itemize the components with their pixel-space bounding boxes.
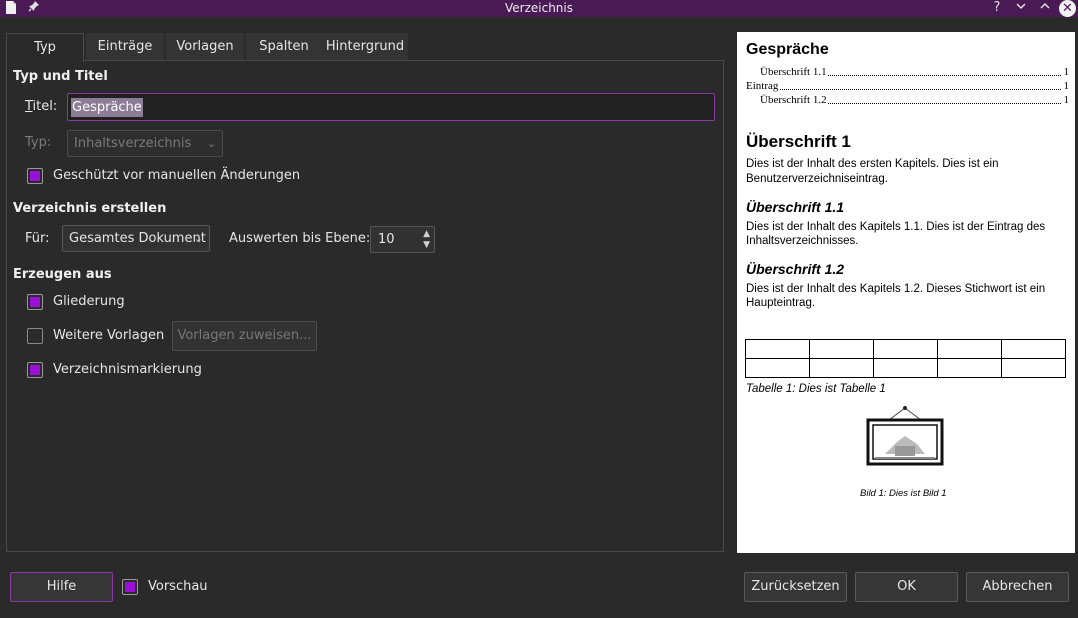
decrement-icon[interactable]: ▼ [423,241,430,250]
ok-button[interactable]: OK [855,572,958,602]
evaluate-level-label: Auswerten bis Ebene: [229,231,370,246]
evaluate-level-value: 10 [378,232,395,247]
preview-toc-entry: Eintrag1 [746,79,1069,93]
outline-label: Gliederung [53,294,125,309]
preview-paragraph: Dies ist der Inhalt des Kapitels 1.2. Di… [746,283,1045,295]
close-icon[interactable]: ✕ [1059,0,1076,17]
evaluate-level-spinner[interactable]: 10 ▲ ▼ [370,226,435,253]
cancel-button[interactable]: Abbrechen [966,572,1069,602]
help-icon[interactable]: ? [989,0,1005,17]
section-create-index: Verzeichnis erstellen [13,201,166,216]
preview-heading-1-2: Überschrift 1.2 [746,261,844,277]
preview-pane: Gespräche Überschrift 1.11 Eintrag1 Über… [737,32,1075,553]
preview-paragraph: Benutzerverzeichniseintrag. [746,173,888,185]
preview-title: Gespräche [746,41,829,59]
preview-paragraph: Dies ist der Inhalt des ersten Kapitels.… [746,158,998,170]
type-select-value: Inhaltsverzeichnis [74,136,191,151]
assign-styles-button[interactable]: Vorlagen zuweisen... [172,321,317,351]
preview-paragraph: Dies ist der Inhalt des Kapitels 1.1. Di… [746,221,1045,233]
preview-table-caption: Tabelle 1: Dies ist Tabelle 1 [746,383,886,395]
help-button[interactable]: Hilfe [10,572,113,602]
tab-typ[interactable]: Typ [6,33,84,62]
preview-image-caption: Bild 1: Dies ist Bild 1 [860,488,947,499]
outline-checkbox[interactable] [27,294,43,310]
more-styles-checkbox[interactable] [27,328,43,344]
tab-hintergrund[interactable]: Hintergrund [322,33,408,61]
preview-paragraph: Inhaltsverzeichnisses. [746,235,859,247]
minimize-icon[interactable] [1013,0,1029,17]
more-styles-label: Weitere Vorlagen [53,328,164,343]
reset-button[interactable]: Zurücksetzen [744,572,847,602]
type-select[interactable]: Inhaltsverzeichnis ⌄ [67,130,223,157]
window-title: Verzeichnis [0,0,1078,16]
picture-frame-icon [865,404,945,470]
chevron-down-icon: ⌄ [207,131,216,156]
scope-select-value: Gesamtes Dokument [69,231,206,246]
preview-label: Vorschau [148,579,208,594]
preview-toc-entry: Überschrift 1.11 [760,65,1069,79]
chevron-down-icon: ⌄ [194,226,203,251]
section-type-and-title: Typ und Titel [13,69,108,84]
preview-heading-1: Überschrift 1 [746,132,851,152]
title-bar: Verzeichnis ? ✕ [0,0,1078,17]
type-label: Typ: [25,135,51,150]
maximize-icon[interactable] [1037,0,1053,17]
index-marks-checkbox[interactable] [27,362,43,378]
preview-heading-1-1: Überschrift 1.1 [746,199,844,215]
increment-icon[interactable]: ▲ [423,230,430,239]
protected-checkbox[interactable] [27,168,43,184]
preview-table [745,339,1066,378]
title-label: Titel: [25,99,57,114]
index-marks-label: Verzeichnismarkierung [53,362,202,377]
tab-spalten[interactable]: Spalten [246,33,322,61]
scope-select[interactable]: Gesamtes Dokument ⌄ [62,225,210,252]
tab-eintraege[interactable]: Einträge [86,33,164,61]
for-label: Für: [25,231,50,246]
protected-label: Geschützt vor manuellen Änderungen [53,168,300,183]
title-input[interactable]: Gespräche [67,93,715,121]
preview-toc-entry: Überschrift 1.21 [760,93,1069,107]
tab-vorlagen[interactable]: Vorlagen [166,33,244,61]
title-input-value: Gespräche [71,98,143,117]
section-create-from: Erzeugen aus [13,267,112,282]
preview-paragraph: Haupteintrag. [746,297,815,309]
preview-checkbox[interactable] [122,579,138,595]
